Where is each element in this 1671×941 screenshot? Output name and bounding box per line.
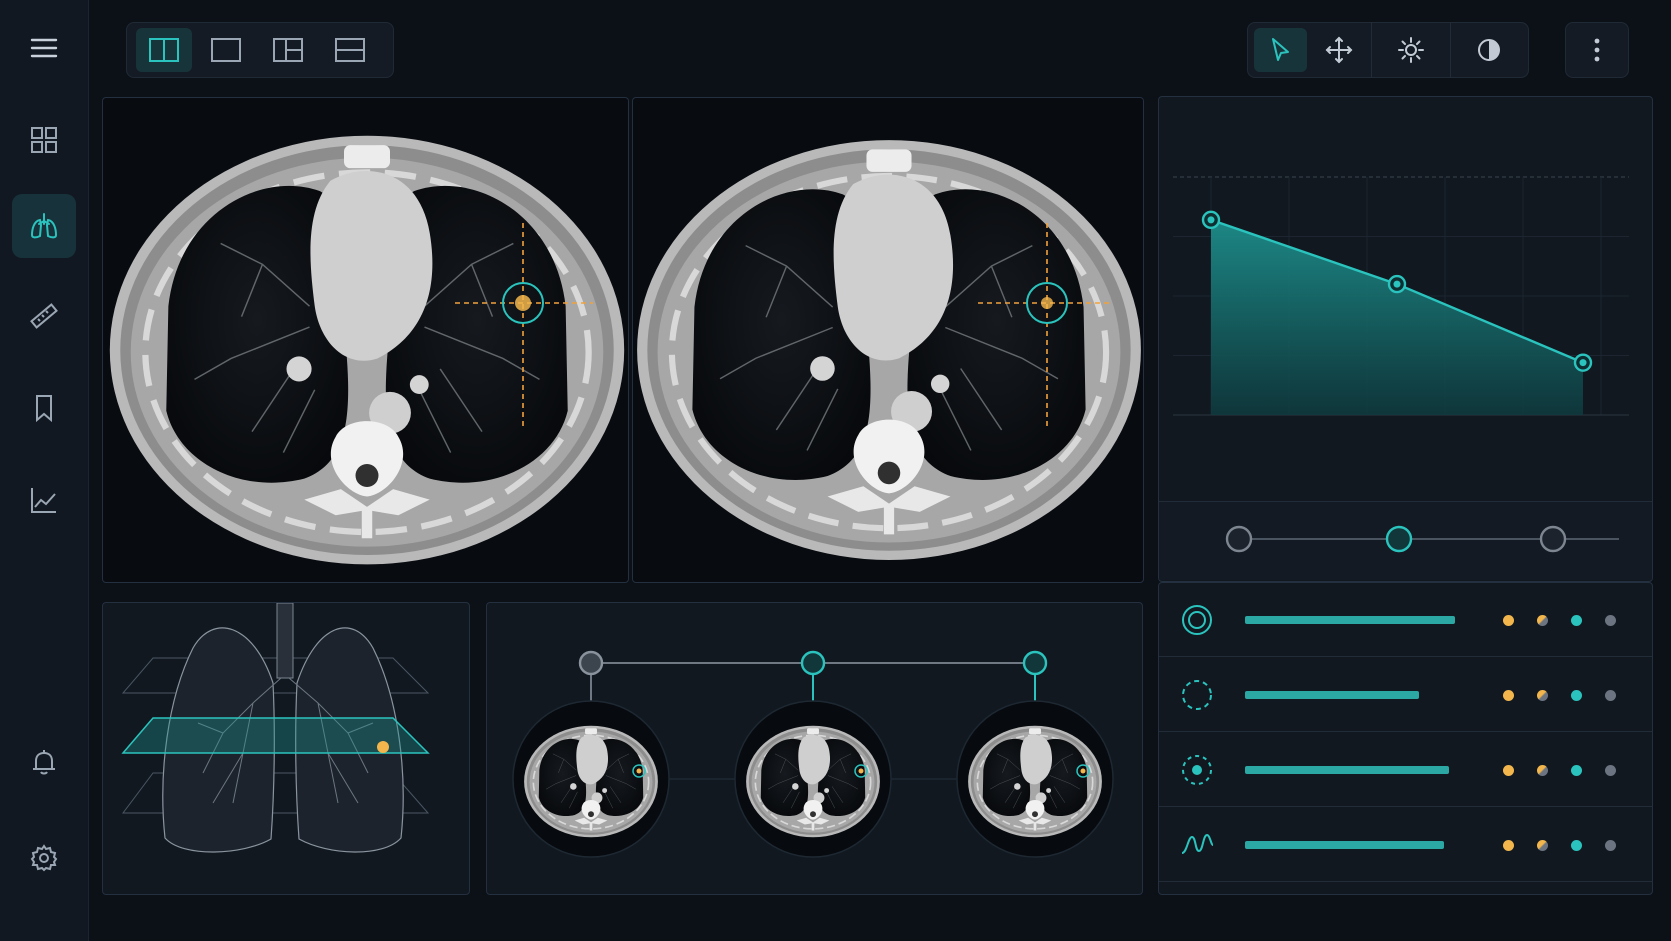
single-view-icon[interactable]	[198, 28, 254, 72]
ct-viewport-right[interactable]	[632, 97, 1144, 583]
contrast-icon[interactable]	[1454, 28, 1525, 72]
bookmark-icon[interactable]	[12, 376, 76, 440]
status-dot	[1503, 615, 1514, 626]
status-dot	[1571, 765, 1582, 776]
status-dot	[1537, 615, 1548, 626]
timepoint-node[interactable]	[1022, 650, 1048, 676]
status-dot	[1537, 840, 1548, 851]
status-dot	[1605, 840, 1616, 851]
finding-level-bar	[1245, 691, 1419, 699]
timepoint-node[interactable]	[800, 650, 826, 676]
finding-row[interactable]	[1159, 733, 1652, 807]
grid-icon[interactable]	[12, 108, 76, 172]
status-dot	[1503, 690, 1514, 701]
lungs-icon[interactable]	[12, 194, 76, 258]
chart-area	[1211, 219, 1583, 415]
ct-slice-image	[637, 140, 1141, 560]
ring-target-icon	[1179, 602, 1215, 638]
pointer-icon[interactable]	[1254, 28, 1307, 72]
timepoint-node[interactable]	[578, 650, 604, 676]
timeline-slider[interactable]	[1159, 501, 1652, 580]
status-dot	[1537, 765, 1548, 776]
thumbnail-ct-image	[967, 724, 1103, 839]
status-dot	[1605, 690, 1616, 701]
ct-slice-image	[110, 136, 624, 565]
bell-icon[interactable]	[12, 730, 76, 794]
menu-icon[interactable]	[12, 16, 76, 80]
timepoints-panel	[486, 602, 1143, 895]
chart-point-core	[1579, 359, 1587, 367]
tools-toolbar	[1247, 22, 1529, 78]
lung-3d-panel[interactable]	[102, 602, 470, 895]
thumbnail-ct-image	[745, 724, 881, 839]
brightness-icon[interactable]	[1375, 28, 1446, 72]
status-dot	[1503, 840, 1514, 851]
more-vertical-icon[interactable]	[1565, 22, 1629, 78]
ct-viewport-left[interactable]	[102, 97, 629, 583]
dashed-circle-icon	[1179, 677, 1215, 713]
waveform-icon	[1179, 827, 1215, 863]
status-dot	[1537, 690, 1548, 701]
finding-level-bar	[1245, 616, 1455, 624]
chart-point-core	[1393, 280, 1401, 288]
slider-stop[interactable]	[1539, 525, 1567, 553]
status-dot	[1503, 765, 1514, 776]
findings-list	[1158, 582, 1653, 895]
status-dot	[1605, 765, 1616, 776]
slider-handle[interactable]	[1385, 525, 1413, 553]
three-pane-view-icon[interactable]	[260, 28, 316, 72]
status-dot	[1571, 840, 1582, 851]
finding-row[interactable]	[1159, 808, 1652, 882]
chart-point-core	[1207, 216, 1215, 224]
nodule-marker	[377, 741, 389, 753]
thumbnail-ct-image	[523, 724, 659, 839]
split-view-icon[interactable]	[136, 28, 192, 72]
finding-row[interactable]	[1159, 658, 1652, 732]
dotted-target-icon	[1179, 752, 1215, 788]
finding-row[interactable]	[1159, 583, 1652, 657]
status-dot	[1605, 615, 1616, 626]
thumbnail-nodule-dot	[636, 768, 642, 774]
thumbnail-nodule-dot	[1080, 768, 1086, 774]
trend-chart-panel	[1158, 96, 1653, 582]
sidebar	[0, 0, 89, 941]
status-dot	[1571, 690, 1582, 701]
status-dot	[1571, 615, 1582, 626]
pan-icon[interactable]	[1313, 28, 1366, 72]
thumbnail-nodule-dot	[858, 768, 864, 774]
finding-level-bar	[1245, 766, 1449, 774]
trend-chart-icon[interactable]	[12, 468, 76, 532]
trend-chart	[1173, 176, 1629, 416]
gear-icon[interactable]	[12, 826, 76, 890]
ruler-icon[interactable]	[12, 284, 76, 348]
layout-toolbar	[126, 22, 394, 78]
slider-stop[interactable]	[1225, 525, 1253, 553]
finding-level-bar	[1245, 841, 1444, 849]
stacked-view-icon[interactable]	[322, 28, 378, 72]
